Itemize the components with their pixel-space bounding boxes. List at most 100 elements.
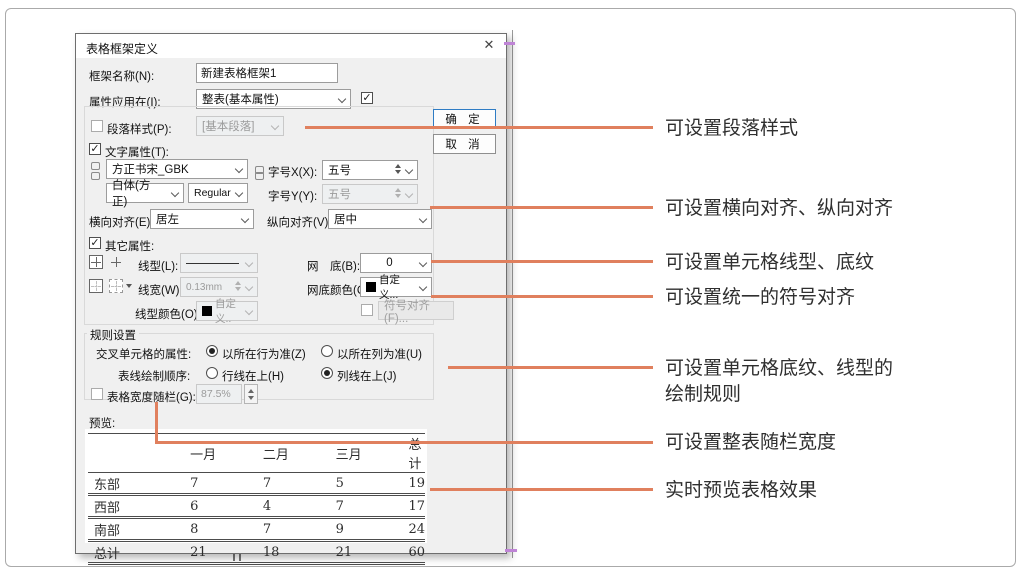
preview-table: 一月 二月 三月 总计 东部77519 西部64717 南部87924 总计21… [88, 433, 425, 565]
table-row: 东部77519 [88, 473, 425, 495]
spinner-icon [395, 188, 401, 198]
paragraph-style-value: [基本段落] [202, 118, 254, 134]
spinner-icon [235, 281, 241, 291]
line-color-label: 线型颜色(O): [135, 306, 201, 322]
cancel-button-label: 取 消 [445, 136, 483, 152]
check-icon: ✓ [90, 144, 100, 154]
page-boundary-line [512, 30, 513, 558]
header-cell: 二月 [257, 434, 330, 473]
callout-line [305, 126, 653, 129]
cross-col-radio[interactable] [321, 345, 333, 357]
annotation-paragraph-style: 可设置段落样式 [665, 116, 798, 142]
font-style-dropdown[interactable]: Regular [188, 183, 248, 203]
frame-name-input[interactable]: 新建表格框架1 [196, 63, 338, 83]
close-icon[interactable]: ✕ [478, 37, 500, 55]
dialog-titlebar[interactable]: 表格框架定义 ✕ [76, 34, 506, 58]
row-line-radio[interactable] [206, 367, 218, 379]
color-swatch-icon [366, 282, 376, 292]
table-row: 西部64717 [88, 495, 425, 518]
font-link-icon[interactable] [91, 162, 100, 180]
col-line-label: 列线在上(J) [337, 368, 396, 384]
font-family-dropdown[interactable]: 方正书宋_GBK [106, 159, 248, 179]
grid-outer-border-icon[interactable] [89, 279, 103, 293]
size-link-icon[interactable] [255, 164, 264, 182]
table-header-row: 一月 二月 三月 总计 [88, 434, 425, 473]
symbol-align-checkbox[interactable] [361, 304, 373, 316]
font-face-dropdown[interactable]: 白体(方正) [106, 183, 184, 203]
size-y-combo: 五号 [322, 184, 418, 204]
symbol-align-label: 符号对齐(F)... [384, 297, 448, 325]
grid-custom-icon[interactable] [109, 279, 123, 293]
col-line-radio[interactable] [321, 367, 333, 379]
annotation-live-preview: 实时预览表格效果 [665, 478, 817, 504]
apply-to-value: 整表(基本属性) [202, 91, 279, 107]
v-align-label: 纵向对齐(V): [267, 214, 332, 230]
paragraph-style-label: 段落样式(P): [107, 121, 172, 137]
header-cell: 三月 [330, 434, 403, 473]
text-attr-checkbox[interactable]: ✓ [89, 143, 101, 155]
h-align-value: 居左 [156, 211, 179, 227]
apply-to-checkbox[interactable]: ✓ [361, 92, 373, 104]
symbol-align-button: 符号对齐(F)... [378, 301, 454, 320]
shading-dropdown[interactable]: 0 [360, 253, 432, 273]
header-cell: 总计 [402, 434, 425, 473]
line-style-sample [186, 263, 239, 264]
other-attr-checkbox[interactable]: ✓ [89, 237, 101, 249]
cancel-button[interactable]: 取 消 [433, 134, 496, 154]
h-align-dropdown[interactable]: 居左 [150, 209, 254, 229]
grid-all-borders-icon[interactable] [89, 255, 103, 269]
paragraph-style-checkbox[interactable] [91, 120, 103, 132]
width-follow-checkbox[interactable] [91, 388, 103, 400]
header-cell [88, 434, 184, 473]
font-style-value: Regular [194, 187, 231, 199]
cross-row-radio[interactable] [206, 345, 218, 357]
table-row: 总计21182160 [88, 541, 425, 564]
preview-panel: 一月 二月 三月 总计 东部77519 西部64717 南部87924 总计21… [85, 429, 427, 543]
callout-line [431, 295, 653, 298]
rules-group-label: 规则设置 [87, 327, 139, 343]
other-attr-label: 其它属性: [105, 238, 154, 254]
ok-button-label: 确 定 [445, 111, 483, 127]
dialog-title: 表格框架定义 [86, 40, 158, 57]
cross-col-label: 以所在列为准(U) [337, 346, 422, 362]
shading-label: 网 底(B): [307, 258, 360, 274]
width-follow-value: 87.5% [201, 388, 231, 400]
callout-line [155, 441, 653, 444]
table-row: 南部87924 [88, 518, 425, 541]
grid-inner-lines-icon[interactable] [109, 255, 123, 269]
chevron-down-icon[interactable] [126, 284, 132, 288]
annotation-draw-rules: 可设置单元格底纹、线型的 绘制规则 [665, 356, 893, 408]
cross-cell-label: 交叉单元格的属性: [96, 346, 191, 362]
paragraph-style-dropdown: [基本段落] [196, 116, 284, 136]
check-icon: ✓ [90, 238, 100, 248]
line-color-dropdown: 自定义.. [196, 301, 258, 321]
size-y-value: 五号 [328, 186, 351, 202]
annotation-width-follow: 可设置整表随栏宽度 [665, 430, 836, 456]
spinner-buttons[interactable] [244, 384, 258, 404]
text-attr-label: 文字属性(T): [105, 144, 169, 160]
line-type-label: 线型(L): [138, 258, 178, 274]
line-type-dropdown [180, 253, 258, 273]
size-x-label: 字号X(X): [268, 164, 317, 180]
frame-name-label: 框架名称(N): [89, 68, 154, 84]
draw-order-label: 表线绘制顺序: [118, 368, 190, 384]
spinner-icon[interactable] [395, 164, 401, 174]
v-align-dropdown[interactable]: 居中 [328, 209, 432, 229]
width-follow-input: 87.5% [196, 384, 242, 404]
header-cell: 一月 [184, 434, 257, 473]
annotation-alignment: 可设置横向对齐、纵向对齐 [665, 196, 893, 222]
line-width-spinner: 0.13mm [180, 277, 258, 297]
line-width-label: 线宽(W): [138, 282, 183, 298]
size-x-combo[interactable]: 五号 [322, 160, 418, 180]
size-y-label: 字号Y(Y): [268, 188, 317, 204]
font-family-value: 方正书宋_GBK [112, 161, 189, 177]
line-width-value: 0.13mm [186, 282, 222, 293]
line-color-value: 自定义.. [215, 296, 239, 326]
annotation-symbol-align: 可设置统一的符号对齐 [665, 285, 855, 311]
screenshot-root: 表格框架定义 ✕ 框架名称(N): 新建表格框架1 属性应用在(I): 整表(基… [0, 0, 1021, 579]
callout-line [431, 260, 653, 263]
shading-value: 0 [386, 257, 392, 269]
width-follow-label: 表格宽度随栏(G): [107, 389, 196, 405]
shading-color-dropdown[interactable]: 自定义... [360, 277, 432, 297]
frame-name-value: 新建表格框架1 [201, 65, 276, 81]
